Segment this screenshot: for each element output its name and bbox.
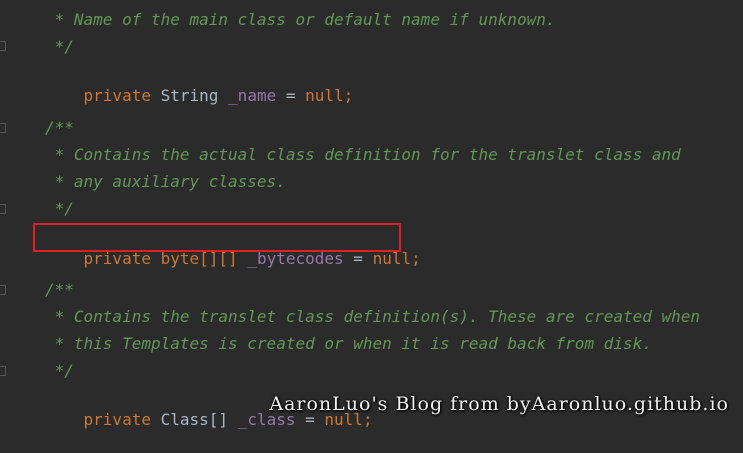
operator-token: = — [285, 86, 296, 105]
literal-token: null — [305, 86, 344, 105]
code-line-comment[interactable]: * Contains the actual class definition f… — [45, 144, 681, 166]
fold-marker-icon[interactable] — [0, 285, 6, 295]
code-line-comment[interactable]: * Contains the translet class definition… — [45, 306, 700, 328]
code-line-comment[interactable]: /** — [45, 117, 74, 139]
semicolon-token: ; — [411, 249, 421, 268]
type-token: String — [160, 86, 219, 105]
fold-marker-icon[interactable] — [0, 366, 6, 376]
highlight-box — [33, 223, 401, 252]
code-line-comment[interactable]: * this Templates is created or when it i… — [45, 333, 652, 355]
code-line-comment[interactable]: * any auxiliary classes. — [45, 171, 286, 193]
keyword-token: private — [83, 410, 151, 429]
fold-marker-icon[interactable] — [0, 204, 6, 214]
semicolon-token: ; — [343, 86, 354, 105]
code-editor[interactable]: * Name of the main class or default name… — [0, 0, 743, 430]
editor-gutter — [0, 0, 10, 430]
type-token: Class[] — [160, 410, 229, 429]
fold-marker-icon[interactable] — [0, 41, 6, 51]
code-line-comment[interactable]: */ — [45, 198, 74, 220]
field-token: _name — [228, 86, 277, 105]
fold-marker-icon[interactable] — [0, 123, 6, 133]
watermark: AaronLuo's Blog from byAaronluo.github.i… — [269, 393, 729, 415]
code-line-comment[interactable]: * Name of the main class or default name… — [45, 9, 556, 31]
code-line-comment[interactable]: */ — [45, 360, 74, 382]
code-line-comment[interactable]: /** — [45, 279, 74, 301]
code-line-comment[interactable]: */ — [45, 36, 74, 58]
keyword-token: private — [83, 86, 151, 105]
code-line-field-name[interactable]: private String _name = null; — [45, 63, 354, 105]
